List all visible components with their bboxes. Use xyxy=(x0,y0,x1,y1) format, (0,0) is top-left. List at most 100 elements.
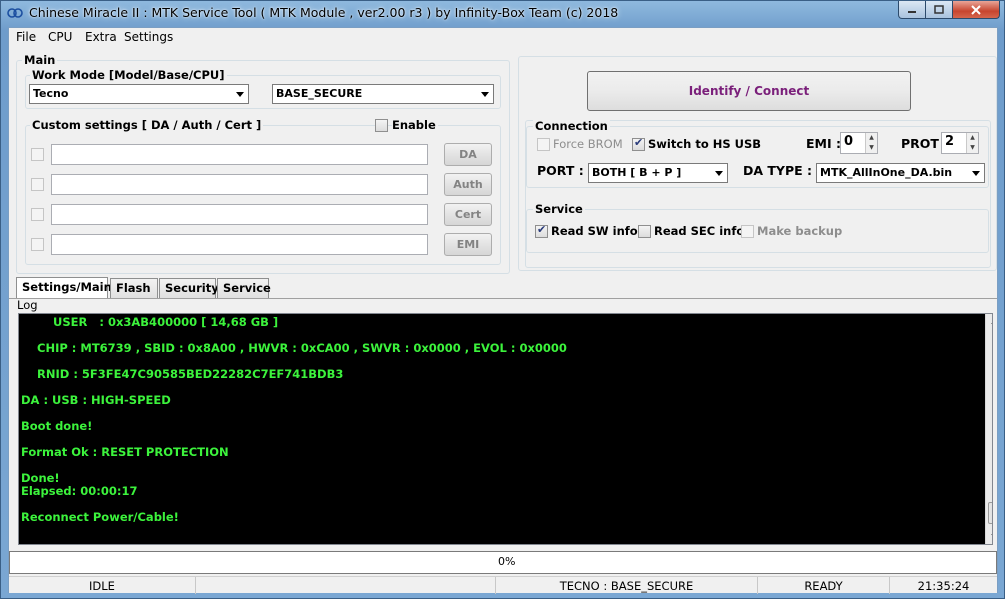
menu-settings[interactable]: Settings xyxy=(124,30,173,44)
log-scrollbar[interactable] xyxy=(985,314,993,544)
log-line: DA : USB : HIGH-SPEED xyxy=(21,393,171,407)
connection-group: Connection Force BROM Switch to HS USB E… xyxy=(526,119,989,188)
da-checkbox[interactable] xyxy=(31,148,44,161)
chevron-down-icon xyxy=(715,171,723,176)
scroll-up-icon[interactable] xyxy=(986,314,993,331)
tab-security[interactable]: Security xyxy=(159,278,219,298)
title-bar[interactable]: Chinese Miracle II : MTK Service Tool ( … xyxy=(1,1,1004,27)
status-empty xyxy=(196,577,496,594)
progress-text: 0% xyxy=(498,555,516,568)
cert-button[interactable]: Cert xyxy=(444,203,492,226)
custom-settings-group: Custom settings [ DA / Auth / Cert ] Ena… xyxy=(25,118,501,265)
identify-connect-button[interactable]: Identify / Connect xyxy=(587,71,911,111)
model-select-value: Tecno xyxy=(33,87,69,100)
emi-path-input[interactable] xyxy=(51,234,428,255)
main-group-label: Main xyxy=(22,53,58,67)
read-sw-checkbox[interactable] xyxy=(535,223,548,238)
tab-divider xyxy=(9,298,997,299)
hs-usb-label: Switch to HS USB xyxy=(648,137,762,151)
read-sec-label: Read SEC info xyxy=(654,224,745,238)
emi-spinner-value: 0 xyxy=(844,134,854,149)
make-backup-label: Make backup xyxy=(757,224,843,238)
log-line: Done! xyxy=(21,471,60,485)
status-state: IDLE xyxy=(9,577,196,594)
menu-file[interactable]: File xyxy=(16,30,36,44)
tab-service[interactable]: Service xyxy=(217,278,271,298)
work-mode-label: Work Mode [Model/Base/CPU] xyxy=(30,68,227,82)
log-line: Reconnect Power/Cable! xyxy=(21,510,179,524)
log-line: CHIP : MT6739 , SBID : 0x8A00 , HWVR : 0… xyxy=(21,341,567,355)
da-type-select[interactable]: MTK_AllInOne_DA.bin xyxy=(816,163,985,183)
port-select-value: BOTH [ B + P ] xyxy=(592,166,682,179)
main-group: Main Work Mode [Model/Base/CPU] Tecno BA… xyxy=(16,53,510,274)
log-line: Elapsed: 00:00:17 xyxy=(21,484,138,498)
force-brom-label: Force BROM xyxy=(553,137,623,151)
service-group: Service Read SW info Read SEC info Make … xyxy=(526,202,989,253)
emi-button[interactable]: EMI xyxy=(444,233,492,256)
tab-flash[interactable]: Flash xyxy=(110,278,158,298)
read-sw-label: Read SW info xyxy=(551,224,638,238)
minimize-icon xyxy=(908,10,916,13)
enable-checkbox[interactable] xyxy=(375,119,388,132)
spin-down-icon[interactable]: ▼ xyxy=(966,143,978,153)
auth-button[interactable]: Auth xyxy=(444,173,492,196)
spin-down-icon[interactable]: ▼ xyxy=(865,143,877,153)
status-time: 21:35:24 xyxy=(917,579,970,593)
maximize-button[interactable] xyxy=(926,1,953,19)
chevron-down-icon xyxy=(972,171,980,176)
close-button[interactable] xyxy=(953,1,1000,19)
right-panel: Identify / Connect Connection Force BROM… xyxy=(518,56,997,271)
progress-bar: 0% xyxy=(9,551,997,574)
port-select[interactable]: BOTH [ B + P ] xyxy=(588,163,728,183)
da-button[interactable]: DA xyxy=(444,143,492,166)
spin-up-icon[interactable]: ▲ xyxy=(966,133,978,143)
client-area: File CPU Extra Settings Main Work Mode [… xyxy=(8,27,998,594)
log-line: Format Ok : RESET PROTECTION xyxy=(21,445,229,459)
emi-spinner[interactable]: 0 ▲ ▼ xyxy=(840,132,878,154)
emi-checkbox[interactable] xyxy=(31,238,44,251)
spin-up-icon[interactable]: ▲ xyxy=(865,133,877,143)
hs-usb-checkbox[interactable] xyxy=(632,136,645,151)
read-sec-checkbox[interactable] xyxy=(638,225,651,238)
cert-path-input[interactable] xyxy=(51,204,428,225)
enable-label: Enable xyxy=(392,118,438,132)
service-label: Service xyxy=(533,202,585,216)
tab-settings-main[interactable]: Settings/Main xyxy=(16,277,112,298)
scroll-thumb[interactable] xyxy=(988,502,992,524)
app-icon xyxy=(7,8,23,18)
prot-spinner[interactable]: 2 ▲ ▼ xyxy=(941,132,979,154)
status-bar: IDLE TECNO : BASE_SECURE READY 21:35:24 xyxy=(9,576,997,594)
app-window: Chinese Miracle II : MTK Service Tool ( … xyxy=(0,0,1005,599)
close-icon xyxy=(971,4,981,15)
model-select[interactable]: Tecno xyxy=(29,84,249,104)
emi-label: EMI : xyxy=(806,136,841,151)
force-brom-checkbox[interactable] xyxy=(537,138,550,151)
port-label: PORT : xyxy=(537,163,584,178)
prot-spinner-value: 2 xyxy=(945,134,955,149)
da-type-select-value: MTK_AllInOne_DA.bin xyxy=(820,166,953,179)
connection-label: Connection xyxy=(533,119,610,133)
make-backup-checkbox[interactable] xyxy=(741,225,754,238)
log-line: RNID : 5F3FE47C90585BED22282C7EF741BDB3 xyxy=(21,367,344,381)
chevron-down-icon xyxy=(481,92,489,97)
custom-settings-label: Custom settings [ DA / Auth / Cert ] xyxy=(30,118,264,132)
cert-checkbox[interactable] xyxy=(31,208,44,221)
status-model: TECNO : BASE_SECURE xyxy=(496,577,758,594)
status-ready: READY xyxy=(758,577,890,594)
menu-bar: File CPU Extra Settings xyxy=(9,28,997,46)
auth-path-input[interactable] xyxy=(51,174,428,195)
minimize-button[interactable] xyxy=(898,1,926,19)
menu-cpu[interactable]: CPU xyxy=(48,30,72,44)
maximize-icon xyxy=(934,5,944,14)
log-console[interactable]: USER : 0x3AB400000 [ 14,68 GB ] CHIP : M… xyxy=(18,313,993,545)
chevron-down-icon xyxy=(236,92,244,97)
scroll-down-icon[interactable] xyxy=(986,527,993,544)
menu-extra[interactable]: Extra xyxy=(85,30,117,44)
da-type-label: DA TYPE : xyxy=(743,163,813,178)
base-select[interactable]: BASE_SECURE xyxy=(272,84,494,104)
log-line: Boot done! xyxy=(21,419,93,433)
log-label: Log xyxy=(17,298,38,312)
da-path-input[interactable] xyxy=(51,144,428,165)
auth-checkbox[interactable] xyxy=(31,178,44,191)
work-mode-group: Work Mode [Model/Base/CPU] Tecno BASE_SE… xyxy=(25,68,501,109)
